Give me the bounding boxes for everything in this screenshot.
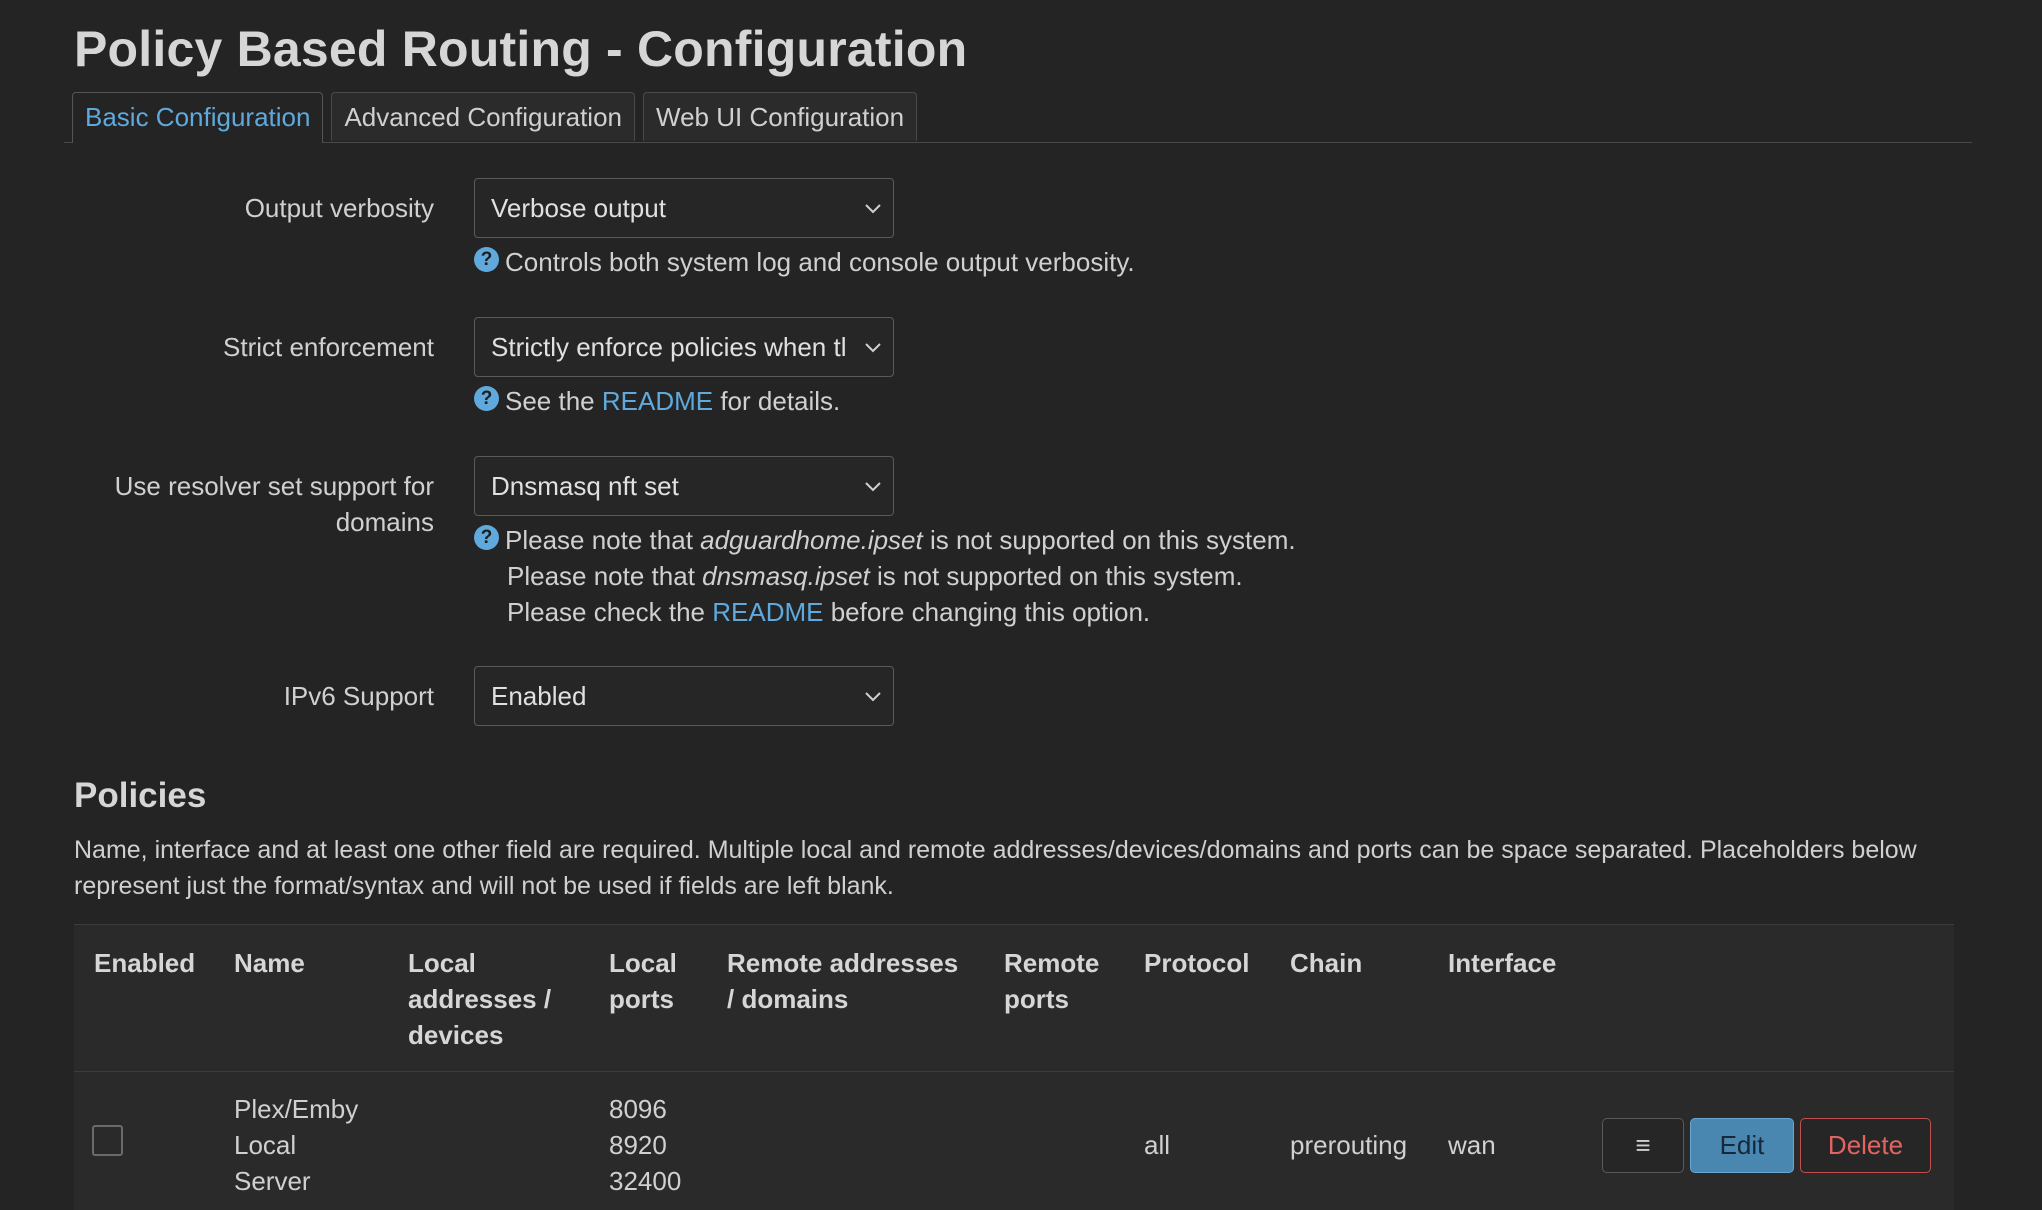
strict-select[interactable]: Strictly enforce policies when tl [474, 317, 894, 377]
strict-help-pre: See the [505, 386, 602, 416]
policy-local-ports: 8096 8920 32400 [609, 1091, 681, 1199]
policy-enabled-checkbox[interactable] [92, 1125, 123, 1156]
resolver-help2-pre: Please note that [507, 561, 703, 591]
help-icon: ? [474, 386, 499, 411]
col-remote-ports-line1: Remote [1004, 948, 1100, 978]
col-remote-addresses-line2: / domains [727, 984, 849, 1014]
resolver-help3-pre: Please check the [507, 597, 713, 627]
ipv6-value: Enabled [491, 681, 587, 711]
chevron-down-icon [861, 667, 885, 725]
verbosity-help-text: Controls both system log and console out… [505, 247, 1135, 277]
resolver-select[interactable]: Dnsmasq nft set [474, 456, 894, 516]
tab-bar: Basic Configuration Advanced Configurati… [64, 92, 1972, 143]
policies-description: Name, interface and at least one other f… [74, 836, 1917, 900]
col-remote-ports-line2: ports [1004, 984, 1069, 1014]
verbosity-value: Verbose output [491, 193, 666, 223]
resolver-label: Use resolver set support for domains [114, 471, 434, 537]
col-remote-addresses: Remote addresses / domains [727, 945, 958, 1017]
policy-name: Plex/Emby Local Server [234, 1091, 358, 1199]
col-local-ports-line1: Local [609, 948, 677, 978]
help-icon: ? [474, 525, 499, 550]
verbosity-row: Output verbosity Verbose output ? Control… [74, 178, 1874, 298]
chevron-down-icon [861, 179, 885, 237]
ipv6-row: IPv6 Support Enabled [74, 666, 1874, 726]
resolver-help1-pre: Please note that [505, 525, 701, 555]
edit-button[interactable]: Edit [1690, 1118, 1794, 1173]
policies-table-header: Enabled Name Local addresses / devices L… [74, 925, 1954, 1072]
policies-title: Policies [74, 776, 207, 815]
col-local-addresses-line3: devices [408, 1020, 504, 1050]
tab-web-ui-configuration[interactable]: Web UI Configuration [643, 92, 918, 141]
col-local-addresses-line2: addresses / [408, 984, 552, 1014]
policy-name-line3: Server [234, 1166, 311, 1196]
col-remote-ports: Remote ports [1004, 945, 1099, 1017]
ipv6-select[interactable]: Enabled [474, 666, 894, 726]
resolver-help1-post: is not supported on this system. [922, 525, 1296, 555]
strict-label: Strict enforcement [223, 332, 434, 362]
strict-value: Strictly enforce policies when tl [491, 332, 847, 362]
resolver-help2-post: is not supported on this system. [869, 561, 1243, 591]
resolver-help3-post: before changing this option. [823, 597, 1151, 627]
strict-help: ? See the README for details. [474, 383, 840, 419]
col-local-ports-line2: ports [609, 984, 674, 1014]
verbosity-label: Output verbosity [244, 193, 434, 223]
resolver-help1-em: adguardhome.ipset [700, 525, 923, 555]
page: Policy Based Routing - Configuration Bas… [0, 0, 2042, 1210]
policy-name-line1: Plex/Emby [234, 1094, 359, 1124]
policy-port-3: 32400 [609, 1166, 682, 1196]
tab-basic-configuration[interactable]: Basic Configuration [72, 92, 324, 143]
resolver-value: Dnsmasq nft set [491, 471, 679, 501]
strict-help-post: for details. [713, 386, 841, 416]
help-icon: ? [474, 247, 499, 272]
readme-link[interactable]: README [602, 386, 713, 416]
col-protocol: Protocol [1144, 948, 1250, 978]
policy-port-2: 8920 [609, 1130, 667, 1160]
row-menu-button[interactable]: ≡ [1602, 1118, 1684, 1173]
resolver-help: ? Please note that adguardhome.ipset is n… [474, 522, 1296, 630]
col-interface: Interface [1448, 948, 1557, 978]
col-name: Name [234, 948, 305, 978]
resolver-row: Use resolver set support for domains Dns… [74, 456, 1874, 636]
col-chain: Chain [1290, 948, 1363, 978]
page-title: Policy Based Routing - Configuration [74, 21, 968, 77]
col-local-addresses: Local addresses / devices [408, 945, 551, 1053]
policy-protocol: all [1144, 1130, 1171, 1160]
verbosity-select[interactable]: Verbose output [474, 178, 894, 238]
chevron-down-icon [861, 318, 885, 376]
policy-interface: wan [1448, 1130, 1496, 1160]
tab-advanced-configuration[interactable]: Advanced Configuration [331, 92, 635, 141]
col-enabled: Enabled [94, 948, 196, 978]
policy-port-1: 8096 [609, 1094, 667, 1124]
ipv6-label: IPv6 Support [283, 681, 434, 711]
policy-chain: prerouting [1290, 1130, 1408, 1160]
chevron-down-icon [861, 457, 885, 515]
col-remote-addresses-line1: Remote addresses [727, 948, 959, 978]
strict-row: Strict enforcement Strictly enforce poli… [74, 317, 1874, 437]
col-local-addresses-line1: Local [408, 948, 476, 978]
readme-link[interactable]: README [712, 597, 823, 627]
delete-button[interactable]: Delete [1800, 1118, 1931, 1173]
col-local-ports: Local ports [609, 945, 677, 1017]
resolver-help2-em: dnsmasq.ipset [702, 561, 870, 591]
policy-name-line2: Local [234, 1130, 297, 1160]
verbosity-help: ? Controls both system log and console ou… [474, 244, 1135, 280]
